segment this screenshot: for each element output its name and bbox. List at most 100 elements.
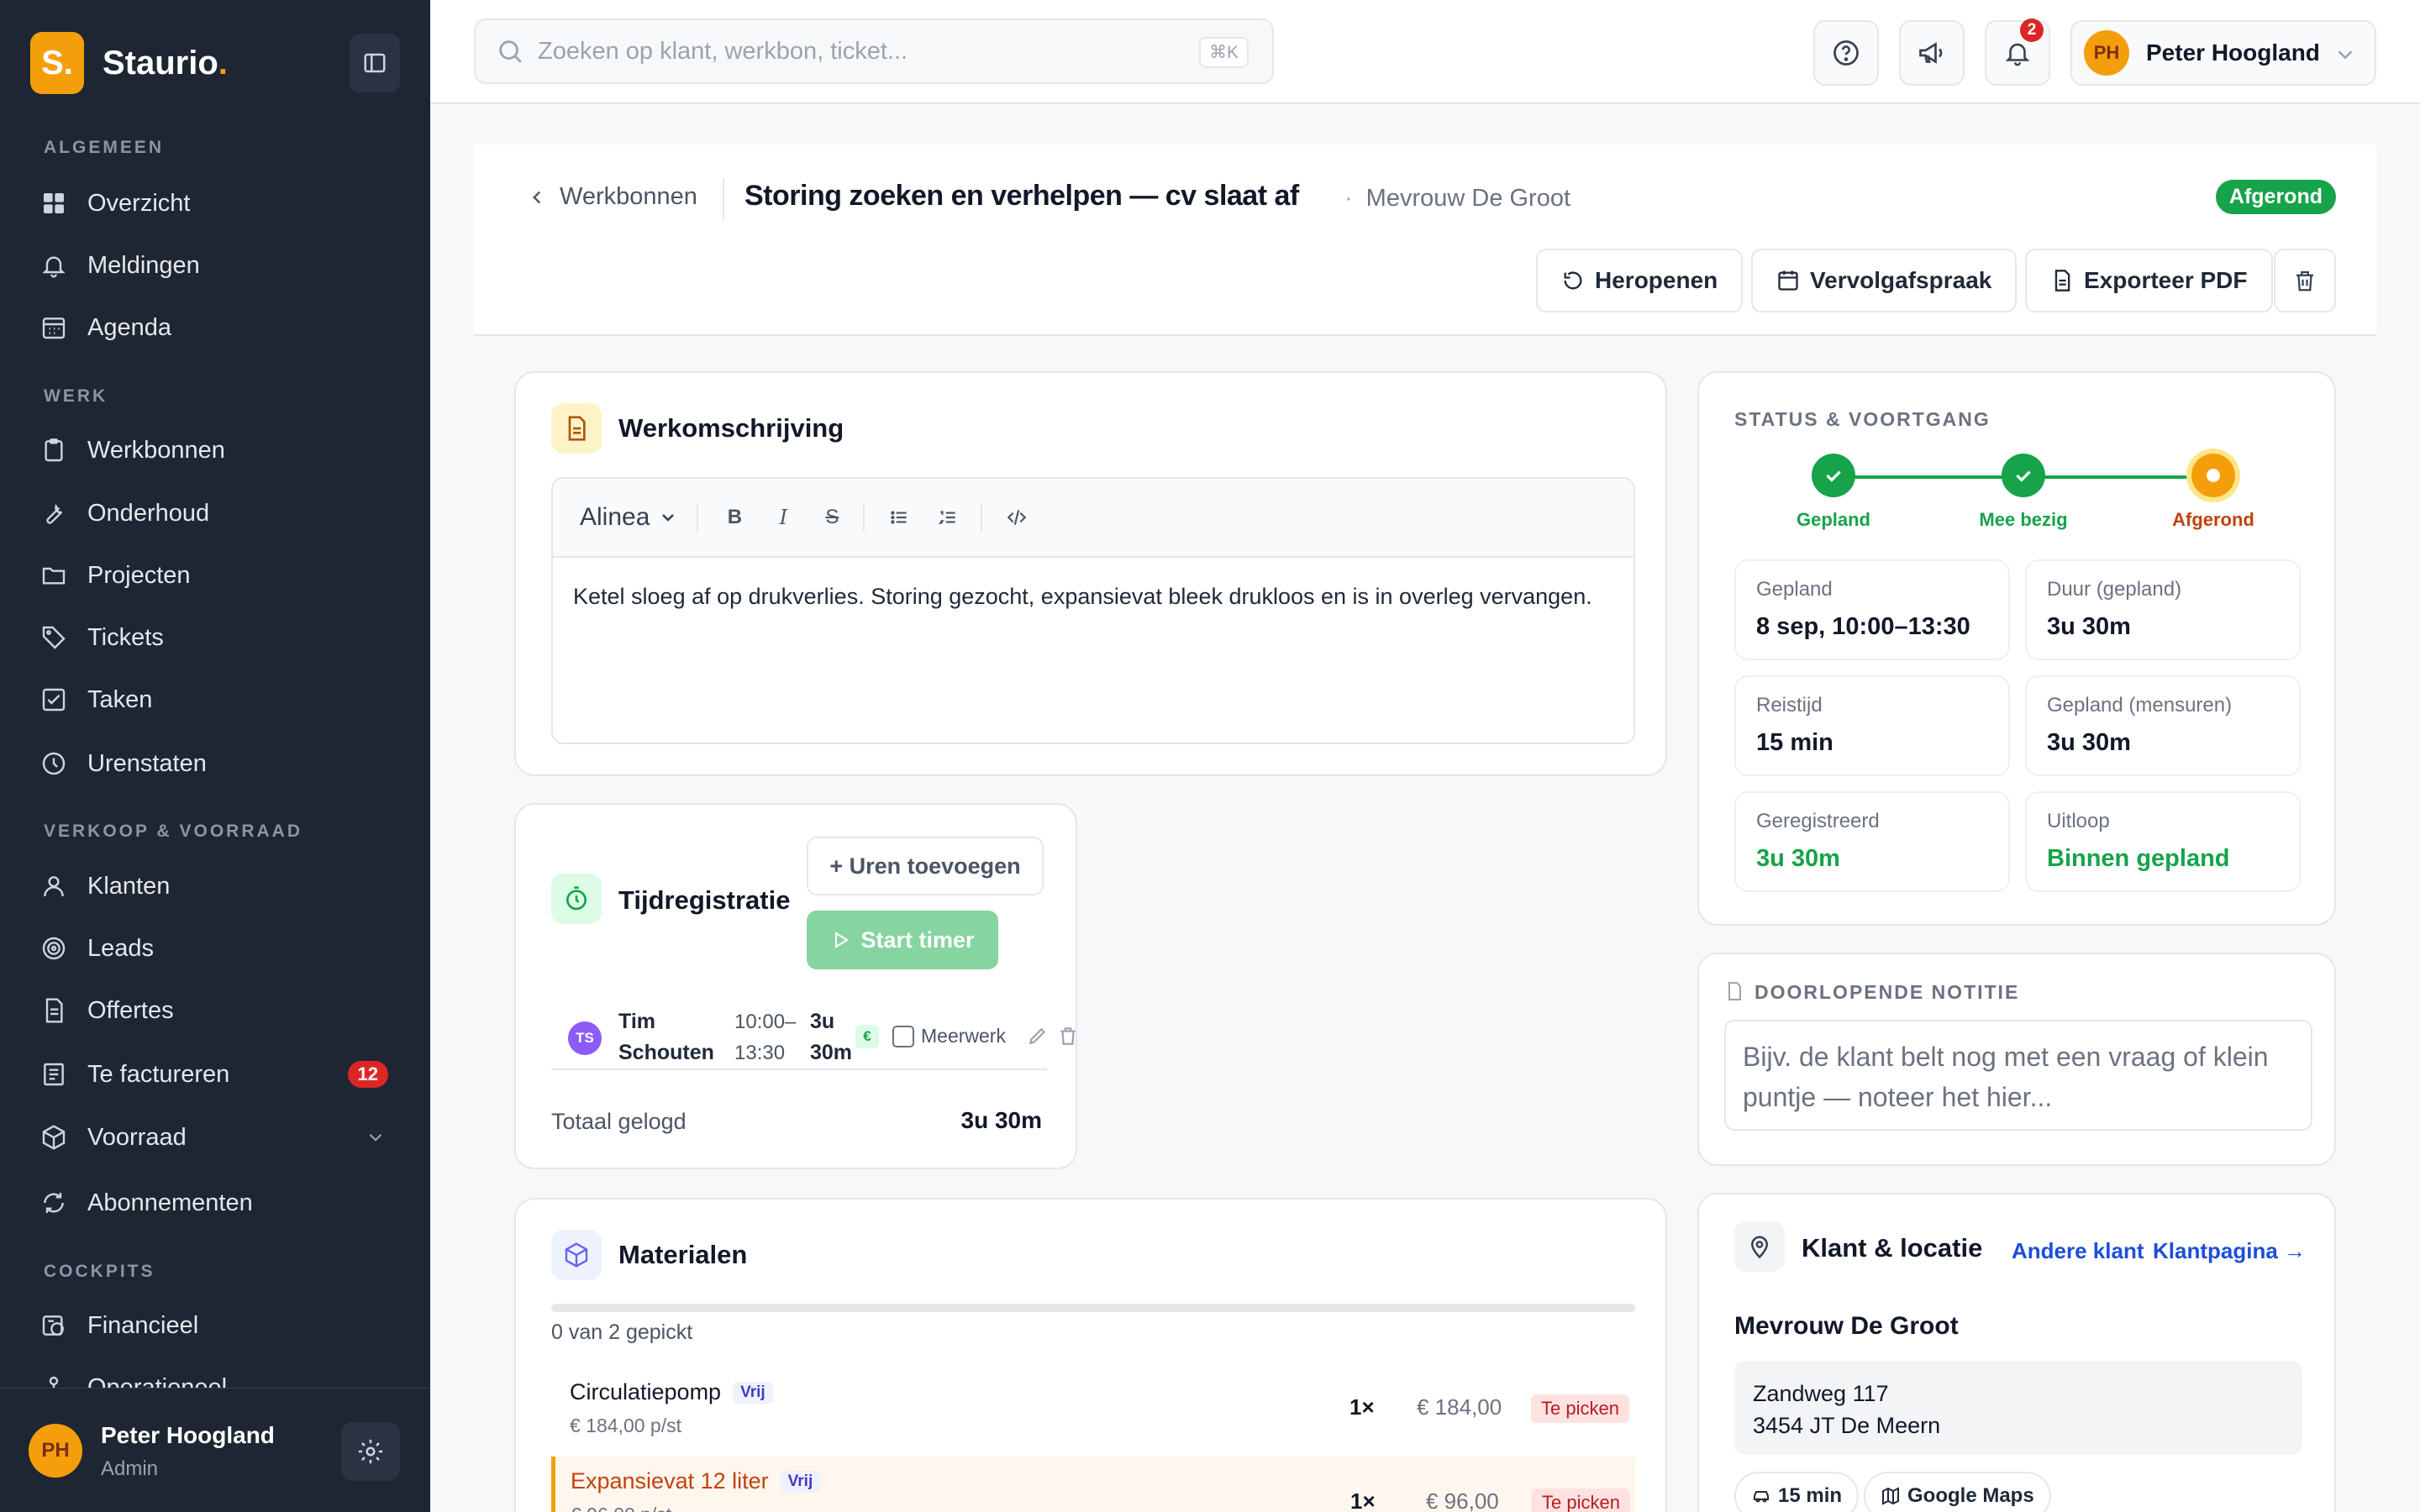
calendar-icon bbox=[37, 311, 71, 344]
sidebar-item-overzicht[interactable]: Overzicht bbox=[37, 178, 398, 228]
bullet-list-icon[interactable] bbox=[888, 507, 913, 528]
add-hours-button[interactable]: + Uren toevoegen bbox=[807, 837, 1044, 895]
checkbox[interactable] bbox=[892, 1025, 914, 1047]
sidebar-item-onderhoud[interactable]: Onderhoud bbox=[37, 488, 398, 538]
card-title: Werkomschrijving bbox=[618, 413, 844, 443]
paragraph-style-select[interactable]: Alinea bbox=[580, 503, 678, 532]
step-gepland: Gepland bbox=[1749, 454, 1918, 531]
edit-icon[interactable] bbox=[1027, 1025, 1049, 1047]
sidebar-item-voorraad[interactable]: Voorraad bbox=[37, 1112, 398, 1163]
breadcrumb-back[interactable]: Werkbonnen bbox=[526, 183, 697, 211]
sidebar-item-projecten[interactable]: Projecten bbox=[37, 550, 398, 601]
sidebar-item-agenda[interactable]: Agenda bbox=[37, 302, 398, 353]
running-note-card: DOORLOPENDE NOTITIE Bijv. de klant belt … bbox=[1697, 953, 2336, 1166]
card-title: Materialen bbox=[618, 1240, 748, 1269]
export-pdf-button[interactable]: Exporteer PDF bbox=[2025, 249, 2273, 312]
address-street: Zandweg 117 bbox=[1753, 1381, 1889, 1406]
code-icon[interactable] bbox=[1006, 507, 1031, 528]
step-label: Afgerond bbox=[2172, 509, 2254, 530]
sidebar-toggle-button[interactable] bbox=[350, 34, 400, 92]
time-entry-row: TS Tim Schouten 10:00– 13:30 3u 30m € Meerw… bbox=[551, 1003, 1076, 1070]
current-step-icon bbox=[2191, 454, 2235, 497]
sidebar-item-abonnementen[interactable]: Abonnementen bbox=[37, 1178, 398, 1228]
page-title: Storing zoeken en verhelpen — cv slaat a… bbox=[744, 180, 1299, 212]
material-row[interactable]: Expansievat 12 literVrij € 96,00 p/st 1×… bbox=[551, 1457, 1635, 1512]
picking-progress-bar bbox=[551, 1304, 1635, 1312]
divider bbox=[981, 503, 983, 532]
workorder-header: Werkbonnen Storing zoeken en verhelpen —… bbox=[474, 144, 2376, 336]
divider bbox=[723, 178, 724, 220]
document-icon bbox=[37, 994, 71, 1027]
sidebar-item-label: Abonnementen bbox=[87, 1189, 253, 1216]
avatar: PH bbox=[2084, 30, 2129, 76]
pick-status-badge: Te picken bbox=[1531, 1394, 1629, 1423]
button-label: Vervolgafspraak bbox=[1810, 267, 1992, 293]
brand-name: Staurio. bbox=[103, 44, 228, 81]
avatar[interactable]: PH bbox=[29, 1424, 82, 1478]
reopen-button[interactable]: Heropenen bbox=[1536, 249, 1744, 312]
tag-icon bbox=[37, 621, 71, 654]
address-block: Zandweg 117 3454 JT De Meern bbox=[1734, 1361, 2302, 1455]
trash-icon[interactable] bbox=[1057, 1025, 1079, 1047]
brand[interactable]: S. Staurio. bbox=[30, 32, 228, 94]
step-label: Mee bezig bbox=[1979, 509, 2068, 530]
check-icon bbox=[2002, 454, 2045, 497]
section-cockpits: COCKPITS bbox=[44, 1262, 155, 1281]
bold-button[interactable]: B bbox=[722, 506, 747, 529]
help-button[interactable] bbox=[1813, 20, 1879, 86]
sidebar-item-offertes[interactable]: Offertes bbox=[37, 985, 398, 1036]
start-timer-button[interactable]: Start timer bbox=[807, 911, 998, 969]
user-name: Peter Hoogland bbox=[2146, 39, 2320, 66]
follow-up-button[interactable]: Vervolgafspraak bbox=[1751, 249, 2018, 312]
sidebar-item-label: Financieel bbox=[87, 1311, 199, 1339]
breadcrumb-label: Werkbonnen bbox=[560, 183, 697, 210]
material-row[interactable]: Circulatiepomp Vrij € 184,00 p/st 1× € 18… bbox=[551, 1368, 1635, 1460]
divider bbox=[697, 503, 699, 532]
sidebar-item-te-factureren[interactable]: Te factureren 12 bbox=[37, 1049, 398, 1100]
search-placeholder: Zoeken op klant, werkbon, ticket... bbox=[538, 37, 908, 65]
sidebar-item-financieel[interactable]: Financieel bbox=[37, 1300, 398, 1351]
sidebar-item-tickets[interactable]: Tickets bbox=[37, 612, 398, 663]
search-input[interactable]: Zoeken op klant, werkbon, ticket... ⌘K bbox=[474, 18, 1274, 84]
status-badge: Afgerond bbox=[2215, 180, 2336, 214]
sidebar-item-urenstaten[interactable]: Urenstaten bbox=[37, 738, 398, 789]
italic-button[interactable]: I bbox=[771, 506, 796, 529]
sidebar-item-leads[interactable]: Leads bbox=[37, 923, 398, 974]
announcements-button[interactable] bbox=[1899, 20, 1965, 86]
extra-work-checkbox[interactable]: Meerwerk bbox=[892, 1025, 1006, 1047]
rich-text-editor[interactable]: Alinea B I S Ketel sloeg af op drukverli… bbox=[551, 477, 1635, 744]
refresh-icon bbox=[37, 1186, 71, 1220]
sidebar-item-label: Urenstaten bbox=[87, 749, 207, 777]
sidebar-item-label: Klanten bbox=[87, 872, 171, 900]
button-label: Start timer bbox=[860, 927, 975, 953]
delete-button[interactable] bbox=[2274, 249, 2336, 312]
employee-name: Tim Schouten bbox=[618, 1010, 714, 1064]
brand-logo: S. bbox=[30, 32, 84, 94]
sidebar-item-label: Werkbonnen bbox=[87, 436, 225, 464]
editor-content[interactable]: Ketel sloeg af op drukverlies. Storing g… bbox=[553, 558, 1634, 635]
sidebar-item-meldingen[interactable]: Meldingen bbox=[37, 240, 398, 291]
note-textarea[interactable]: Bijv. de klant belt nog met een vraag of… bbox=[1724, 1020, 2312, 1131]
settings-button[interactable] bbox=[341, 1422, 400, 1481]
card-title: STATUS & VOORTGANG bbox=[1734, 408, 1991, 430]
other-customer-link[interactable]: Andere klant bbox=[2012, 1238, 2144, 1264]
finance-icon bbox=[37, 1309, 71, 1342]
notification-badge: 2 bbox=[2020, 18, 2044, 42]
rotate-icon bbox=[1561, 269, 1585, 292]
document-icon bbox=[551, 403, 602, 454]
google-maps-button[interactable]: Google Maps bbox=[1864, 1472, 2051, 1512]
sidebar-item-klanten[interactable]: Klanten bbox=[37, 861, 398, 911]
customer-page-link[interactable]: Klantpagina → bbox=[2153, 1238, 2306, 1264]
strikethrough-button[interactable]: S bbox=[819, 506, 844, 529]
notifications-button[interactable]: 2 bbox=[1985, 18, 2050, 86]
note-icon bbox=[1724, 981, 1744, 1001]
numbered-list-icon[interactable] bbox=[937, 507, 962, 528]
sidebar-item-taken[interactable]: Taken bbox=[37, 675, 398, 725]
gear-icon bbox=[358, 1439, 383, 1464]
sidebar-item-label: Tickets bbox=[87, 623, 164, 651]
material-name: Circulatiepomp Vrij bbox=[570, 1379, 773, 1405]
customer-name: Mevrouw De Groot bbox=[1734, 1312, 1959, 1340]
user-menu-button[interactable]: PH Peter Hoogland bbox=[2070, 20, 2376, 86]
stat-tile: Uitloop Binnen gepland bbox=[2025, 791, 2301, 892]
sidebar-item-werkbonnen[interactable]: Werkbonnen bbox=[37, 425, 398, 475]
